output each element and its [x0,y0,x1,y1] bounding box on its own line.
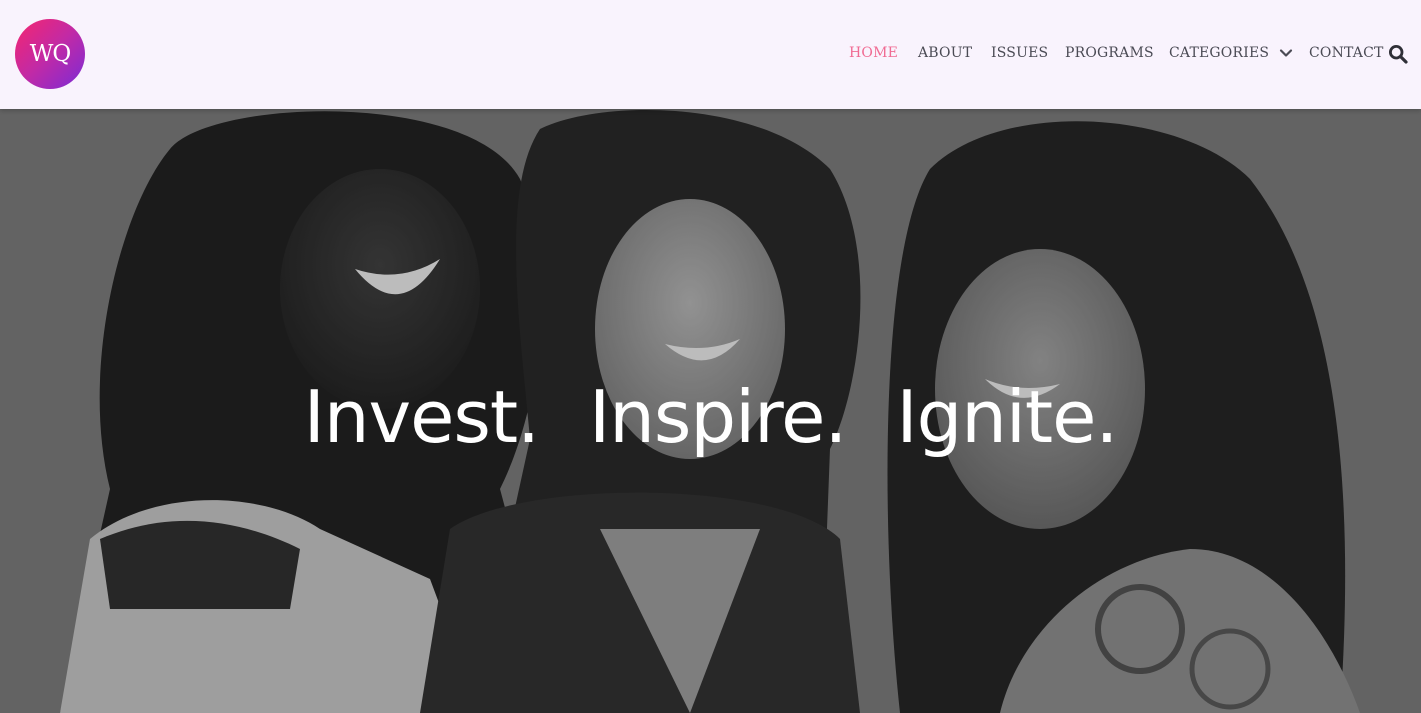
nav-categories-label: CATEGORIES [1169,45,1270,61]
tagline-invest: Invest. [303,375,540,459]
tagline-inspire: Inspire. [589,375,847,459]
hero-tagline: Invest. Inspire. Ignite. [0,375,1421,459]
hero-banner: Invest. Inspire. Ignite. [0,109,1421,713]
tagline-ignite: Ignite. [896,375,1118,459]
chevron-down-icon [1280,49,1293,57]
nav-about[interactable]: ABOUT [918,45,972,61]
nav-home[interactable]: HOME [849,45,898,61]
site-header: WQ HOME ABOUT ISSUES PROGRAMS CATEGORIES… [0,0,1421,109]
nav-programs[interactable]: PROGRAMS [1065,45,1154,61]
nav-contact[interactable]: CONTACT [1309,45,1384,61]
nav-issues[interactable]: ISSUES [991,45,1048,61]
site-logo[interactable]: WQ [15,19,85,89]
search-icon[interactable] [1388,44,1408,64]
nav-categories[interactable]: CATEGORIES [1169,45,1293,61]
